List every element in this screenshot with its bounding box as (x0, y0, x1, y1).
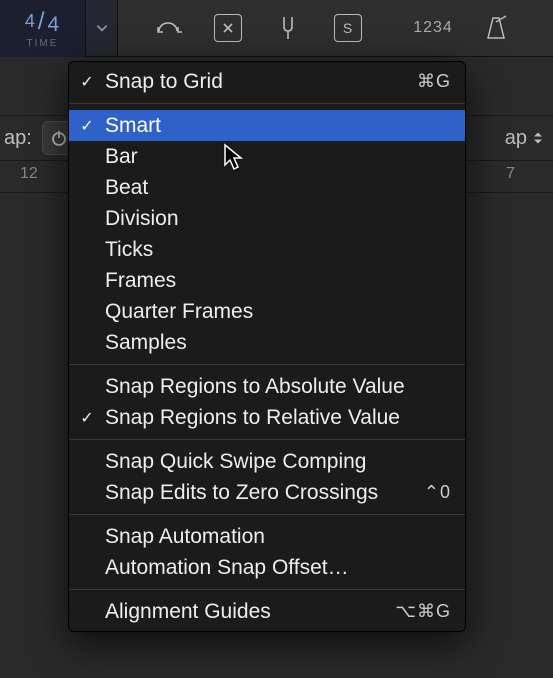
time-sig-numerator: 4 (25, 11, 36, 31)
up-down-stepper-icon (533, 131, 543, 145)
menu-item-label: Ticks (105, 238, 451, 262)
snap-dropdown-right[interactable]: ap (505, 127, 543, 150)
menu-item-quarter-frames[interactable]: Quarter Frames (69, 296, 465, 327)
menu-item-label: Beat (105, 176, 451, 200)
menu-item-label: Alignment Guides (105, 600, 395, 624)
snap-label-prefix: ap: (4, 127, 32, 150)
metronome-button[interactable] (468, 0, 523, 56)
menu-item-label: Snap Automation (105, 525, 451, 549)
replace-button[interactable] (198, 0, 258, 56)
menu-item-label: Snap to Grid (105, 70, 417, 94)
menu-item-shortcut: ⌘G (417, 71, 451, 92)
snap-menu: ✓ Snap to Grid ⌘G ✓ Smart Bar Beat Divis… (68, 61, 466, 632)
replace-x-icon (214, 14, 242, 42)
ruler-mark: 7 (506, 165, 515, 183)
ruler-mark: 12 (20, 165, 38, 183)
top-toolbar: 4/4 TIME S 1234 (0, 0, 553, 57)
checkmark-icon: ✓ (69, 408, 105, 428)
menu-item-bar[interactable]: Bar (69, 141, 465, 172)
time-sig-denominator: 4 (48, 13, 61, 36)
menu-item-label: Frames (105, 269, 451, 293)
menu-item-samples[interactable]: Samples (69, 327, 465, 358)
menu-item-label: Snap Edits to Zero Crossings (105, 481, 424, 505)
time-sig-dropdown-button[interactable] (86, 0, 118, 56)
menu-item-quick-swipe[interactable]: Snap Quick Swipe Comping (69, 446, 465, 477)
menu-separator (69, 439, 465, 440)
menu-item-division[interactable]: Division (69, 203, 465, 234)
count-in-button[interactable]: 1234 (398, 0, 468, 56)
menu-item-label: Snap Regions to Absolute Value (105, 375, 451, 399)
menu-item-shortcut: ⌃0 (424, 482, 451, 503)
menu-item-ticks[interactable]: Ticks (69, 234, 465, 265)
power-icon (50, 129, 68, 147)
menu-separator (69, 589, 465, 590)
checkmark-icon: ✓ (69, 116, 105, 136)
menu-item-label: Snap Regions to Relative Value (105, 406, 451, 430)
chevron-down-icon (95, 21, 109, 35)
menu-item-label: Samples (105, 331, 451, 355)
menu-item-zero-crossings[interactable]: Snap Edits to Zero Crossings ⌃0 (69, 477, 465, 508)
tuning-fork-icon (276, 15, 300, 41)
menu-item-snap-automation[interactable]: Snap Automation (69, 521, 465, 552)
menu-item-label: Smart (105, 114, 451, 138)
menu-item-frames[interactable]: Frames (69, 265, 465, 296)
menu-item-automation-offset[interactable]: Automation Snap Offset… (69, 552, 465, 583)
metronome-icon (482, 14, 510, 42)
cycle-icon (154, 17, 182, 39)
menu-item-snap-to-grid[interactable]: ✓ Snap to Grid ⌘G (69, 66, 465, 97)
menu-item-snap-absolute[interactable]: Snap Regions to Absolute Value (69, 371, 465, 402)
menu-item-label: Division (105, 207, 451, 231)
solo-s-icon: S (334, 14, 362, 42)
snap-label-suffix: ap (505, 127, 527, 150)
cycle-button[interactable] (138, 0, 198, 56)
menu-item-alignment-guides[interactable]: Alignment Guides ⌥⌘G (69, 596, 465, 627)
checkmark-icon: ✓ (69, 72, 105, 92)
tuner-button[interactable] (258, 0, 318, 56)
menu-item-label: Bar (105, 145, 451, 169)
menu-item-snap-relative[interactable]: ✓ Snap Regions to Relative Value (69, 402, 465, 433)
menu-item-label: Quarter Frames (105, 300, 451, 324)
solo-button[interactable]: S (318, 0, 378, 56)
menu-item-label: Automation Snap Offset… (105, 556, 451, 580)
menu-item-label: Snap Quick Swipe Comping (105, 450, 451, 474)
menu-separator (69, 514, 465, 515)
menu-item-shortcut: ⌥⌘G (395, 601, 451, 622)
menu-item-beat[interactable]: Beat (69, 172, 465, 203)
time-signature-display[interactable]: 4/4 TIME (0, 0, 86, 57)
menu-separator (69, 103, 465, 104)
time-label: TIME (27, 38, 59, 49)
menu-item-smart[interactable]: ✓ Smart (69, 110, 465, 141)
menu-separator (69, 364, 465, 365)
